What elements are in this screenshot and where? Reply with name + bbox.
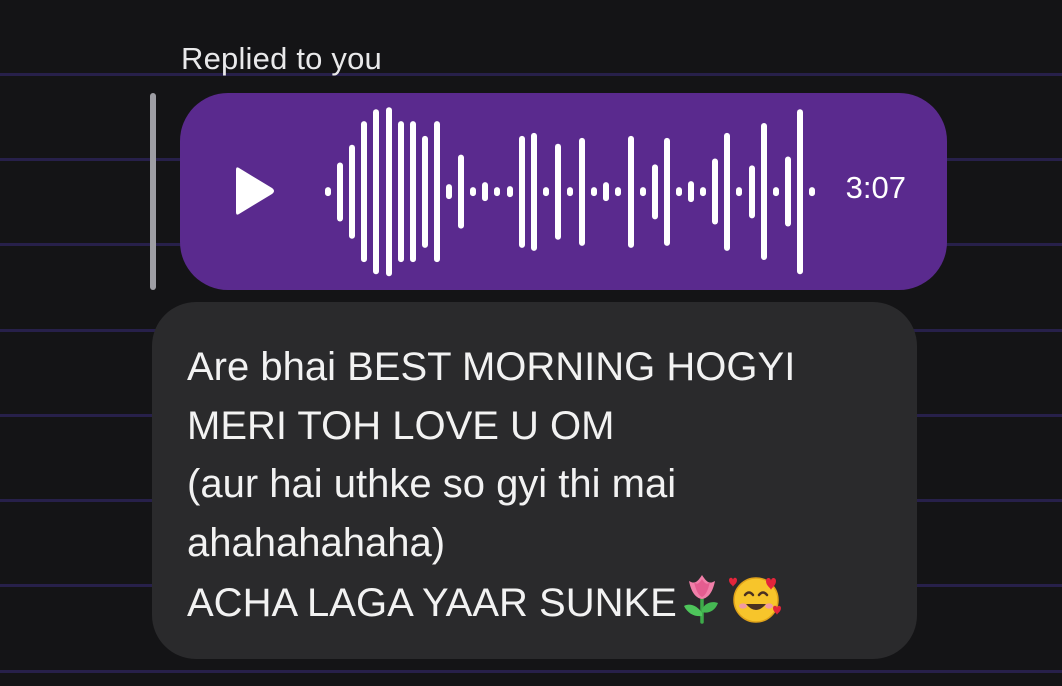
waveform-bar bbox=[639, 186, 646, 197]
waveform-bar bbox=[615, 186, 622, 197]
voice-message-bubble[interactable]: 3:07 bbox=[180, 93, 947, 290]
waveform-bar bbox=[446, 183, 452, 200]
message-line: Are bhai BEST MORNING HOGYI bbox=[187, 345, 796, 389]
audio-waveform[interactable] bbox=[320, 93, 830, 290]
replied-to-you-label: Replied to you bbox=[181, 41, 382, 76]
waveform-bar bbox=[603, 181, 610, 202]
waveform-bar bbox=[700, 186, 707, 197]
waveform-bar bbox=[482, 181, 489, 202]
waveform-bar bbox=[337, 161, 344, 222]
waveform-bar bbox=[554, 143, 561, 240]
waveform-bar bbox=[458, 154, 465, 229]
waveform-bar bbox=[385, 106, 392, 277]
waveform-bar bbox=[809, 186, 815, 197]
waveform-bar bbox=[712, 158, 719, 225]
waveform-bar bbox=[542, 186, 549, 197]
waveform-bar bbox=[433, 120, 440, 263]
waveform-bar bbox=[748, 164, 755, 219]
play-icon bbox=[236, 167, 274, 215]
waveform-bar bbox=[627, 135, 634, 248]
waveform-bar bbox=[736, 186, 743, 197]
waveform-bar bbox=[506, 185, 513, 198]
waveform-bar bbox=[494, 186, 501, 197]
text-message-bubble[interactable]: Are bhai BEST MORNING HOGYI MERI TOH LOV… bbox=[152, 302, 917, 659]
waveform-bar bbox=[675, 186, 682, 197]
waveform-bar bbox=[579, 137, 586, 246]
waveform-bar bbox=[724, 132, 731, 251]
waveform-bar bbox=[530, 132, 537, 251]
smiling-face-with-hearts-emoji-icon bbox=[727, 572, 785, 624]
waveform-bar bbox=[567, 186, 573, 197]
waveform-bar bbox=[688, 180, 694, 203]
waveform-bar bbox=[651, 163, 658, 220]
waveform-bar bbox=[409, 120, 416, 263]
waveform-bar bbox=[373, 108, 380, 275]
message-text: Are bhai BEST MORNING HOGYI MERI TOH LOV… bbox=[187, 338, 907, 633]
message-line: ahahahahaha) bbox=[187, 520, 446, 565]
background-line bbox=[0, 670, 1062, 673]
waveform-bar bbox=[421, 135, 428, 248]
waveform-bar bbox=[796, 108, 803, 275]
voice-message-duration: 3:07 bbox=[845, 170, 906, 205]
waveform-bar bbox=[591, 186, 598, 197]
waveform-bar bbox=[784, 156, 791, 227]
reply-quote-rail bbox=[150, 93, 156, 290]
tulip-emoji-icon bbox=[680, 572, 724, 624]
waveform-bar bbox=[772, 186, 779, 197]
play-button[interactable] bbox=[226, 160, 288, 222]
waveform-bar bbox=[361, 120, 368, 263]
waveform-bar bbox=[397, 120, 404, 263]
waveform-bar bbox=[760, 122, 767, 261]
waveform-bar bbox=[325, 186, 331, 197]
message-line: MERI TOH LOVE U OM bbox=[187, 403, 615, 448]
waveform-bar bbox=[663, 137, 670, 246]
message-line: (aur hai uthke so gyi thi mai bbox=[187, 462, 677, 506]
waveform-bar bbox=[518, 135, 525, 248]
waveform-bar bbox=[470, 186, 477, 197]
message-line: ACHA LAGA YAAR SUNKE bbox=[187, 572, 907, 633]
background-line bbox=[0, 73, 1062, 76]
message-line-text: ACHA LAGA YAAR SUNKE bbox=[187, 581, 677, 625]
waveform-bar bbox=[349, 144, 356, 239]
